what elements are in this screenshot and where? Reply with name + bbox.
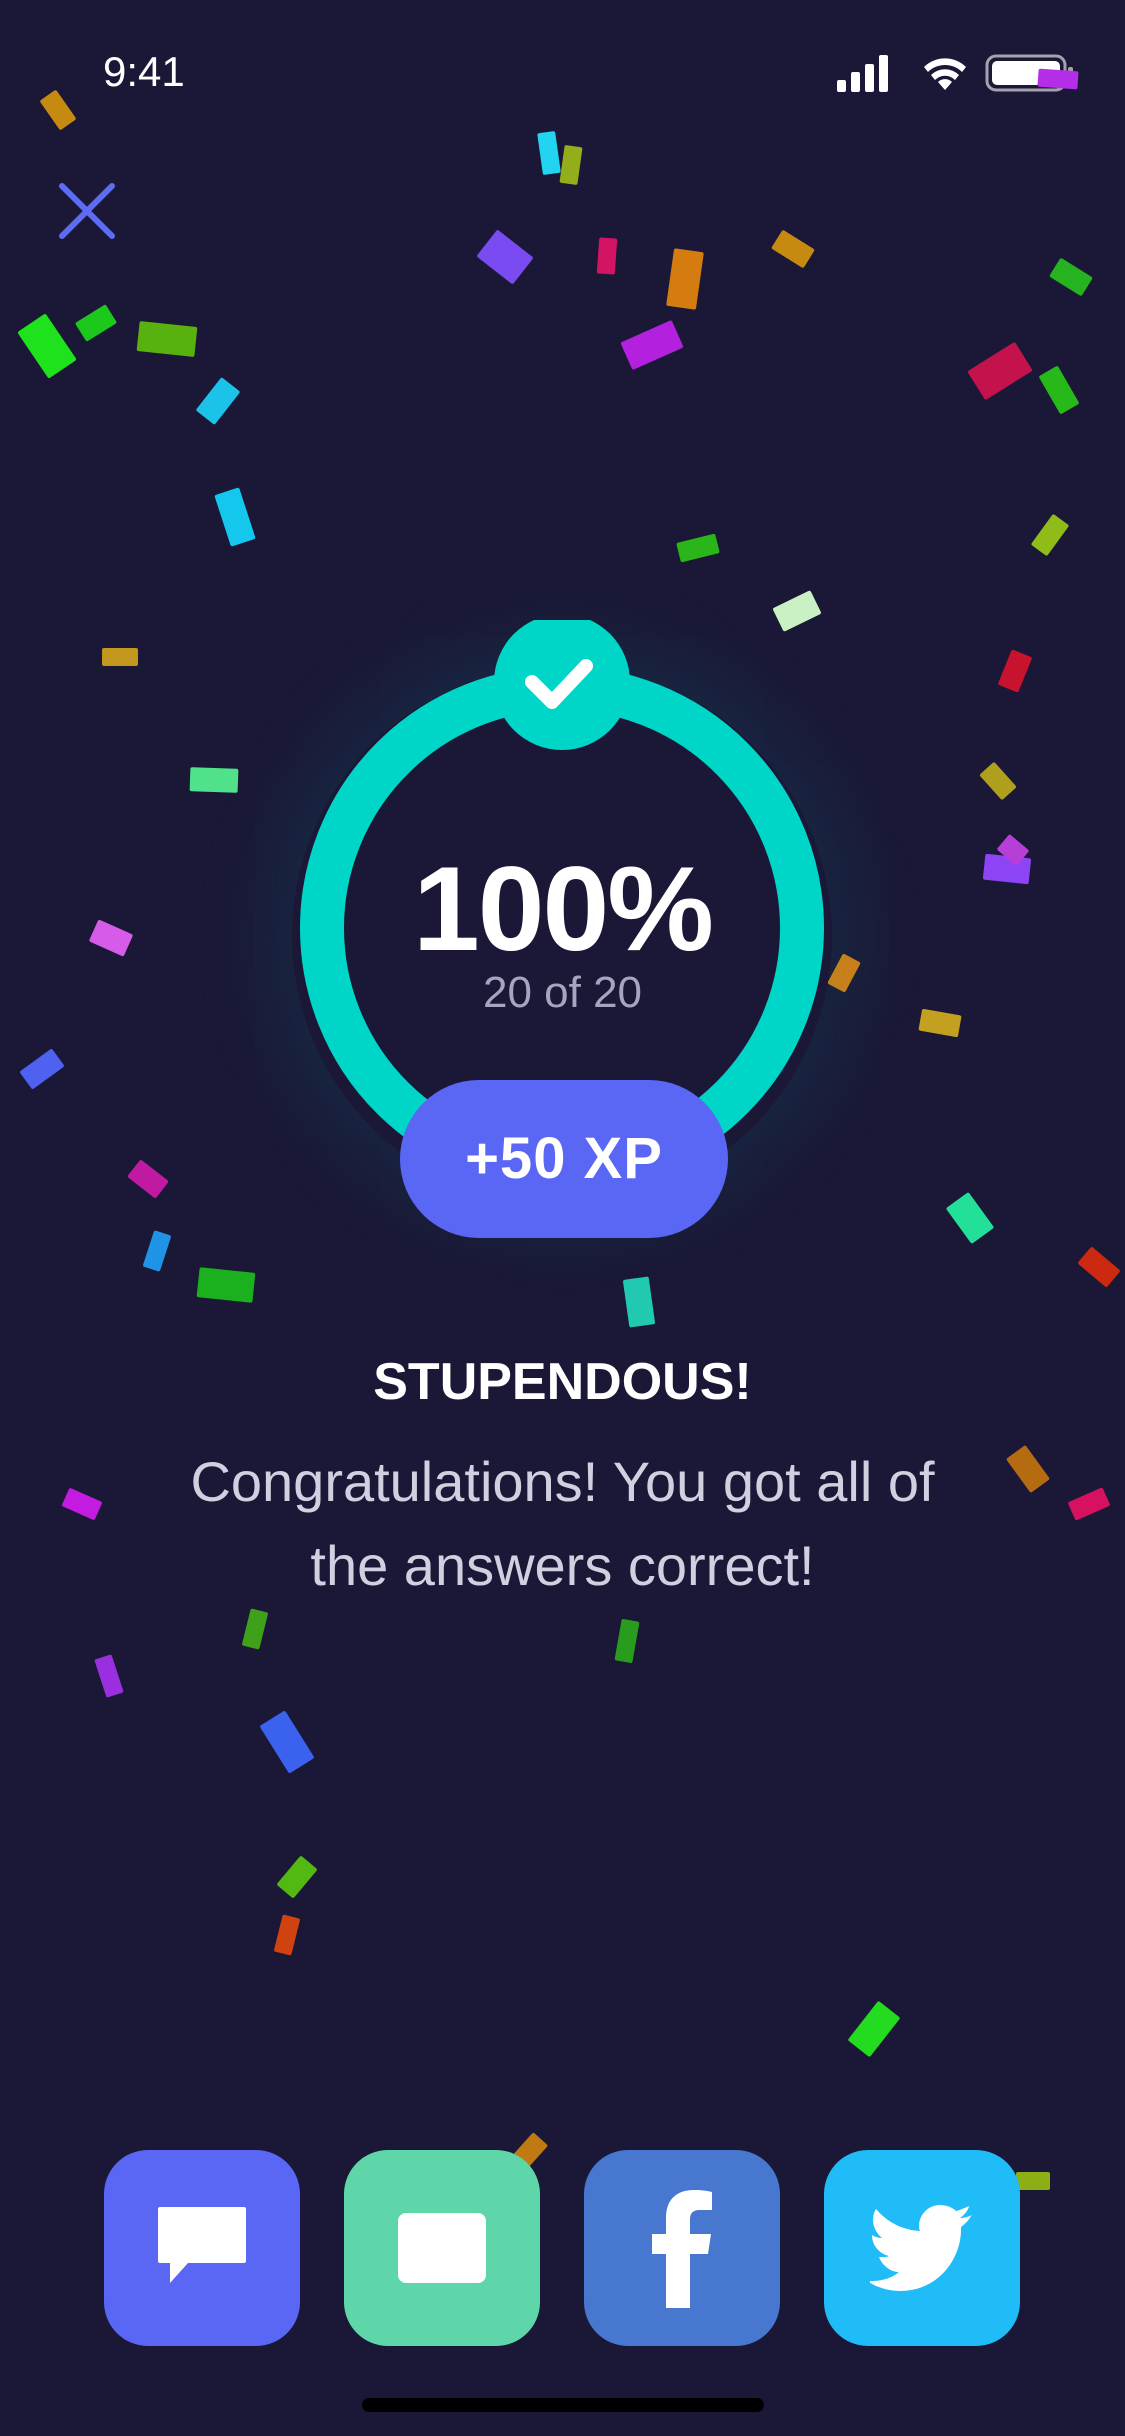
close-icon (59, 183, 115, 239)
confetti-piece (666, 248, 704, 310)
result-message: Congratulations! You got all of the answ… (190, 1450, 935, 1597)
confetti-piece (61, 1487, 103, 1521)
confetti-piece (537, 130, 561, 176)
confetti-piece (614, 1618, 640, 1664)
confetti-piece (196, 1267, 256, 1303)
confetti-piece (241, 1608, 269, 1650)
confetti-piece (476, 229, 534, 285)
xp-badge: +50 XP (400, 1080, 728, 1238)
twitter-bird-icon (870, 2205, 972, 2291)
confetti-piece (1016, 2172, 1050, 2190)
close-button[interactable] (52, 176, 122, 246)
confetti-piece (1077, 1246, 1121, 1288)
confetti-piece (39, 89, 77, 131)
confetti-piece (94, 1654, 124, 1698)
confetti-piece (17, 313, 77, 379)
confetti-piece (136, 321, 198, 357)
facebook-icon (652, 2190, 712, 2308)
home-indicator (362, 2398, 764, 2412)
confetti-piece (979, 761, 1017, 801)
share-message-button[interactable] (104, 2150, 300, 2346)
confetti-piece (102, 648, 138, 666)
confetti-piece (189, 767, 239, 793)
share-email-button[interactable] (344, 2150, 540, 2346)
confetti-piece (273, 1914, 301, 1956)
signal-icon (837, 55, 888, 92)
confetti-piece (620, 319, 684, 371)
share-twitter-button[interactable] (824, 2150, 1020, 2346)
result-headline: STUPENDOUS! (373, 1353, 752, 1411)
share-facebook-button[interactable] (584, 2150, 780, 2346)
confetti-piece (19, 1048, 65, 1090)
confetti-piece (676, 533, 720, 563)
confetti-piece (74, 304, 118, 342)
confetti-piece (1038, 365, 1080, 415)
confetti-piece (1049, 257, 1093, 297)
confetti-piece (596, 237, 618, 275)
confetti-piece (214, 487, 256, 547)
confetti-piece (847, 2000, 901, 2058)
confetti-piece (622, 1276, 656, 1328)
chat-bubble-icon (158, 2207, 246, 2283)
confetti-piece (1067, 1487, 1111, 1521)
wifi-icon (924, 58, 966, 90)
confetti-piece (771, 229, 815, 269)
confetti-piece (1030, 513, 1070, 557)
confetti-piece (142, 1230, 172, 1272)
score-count: 20 of 20 (482, 968, 643, 1017)
confetti-piece (259, 1710, 315, 1774)
confetti-piece (276, 1855, 318, 1899)
confetti-piece (127, 1159, 169, 1199)
confetti-piece (1037, 68, 1079, 90)
confetti-piece (967, 341, 1033, 401)
mail-icon (398, 2213, 486, 2283)
confetti-piece (945, 1191, 995, 1245)
confetti-piece (997, 649, 1033, 693)
confetti-piece (559, 144, 583, 186)
confetti-piece (1005, 1444, 1051, 1494)
confetti-piece (195, 377, 241, 425)
status-time: 9:41 (103, 48, 185, 95)
score-percent: 100% (413, 842, 714, 976)
